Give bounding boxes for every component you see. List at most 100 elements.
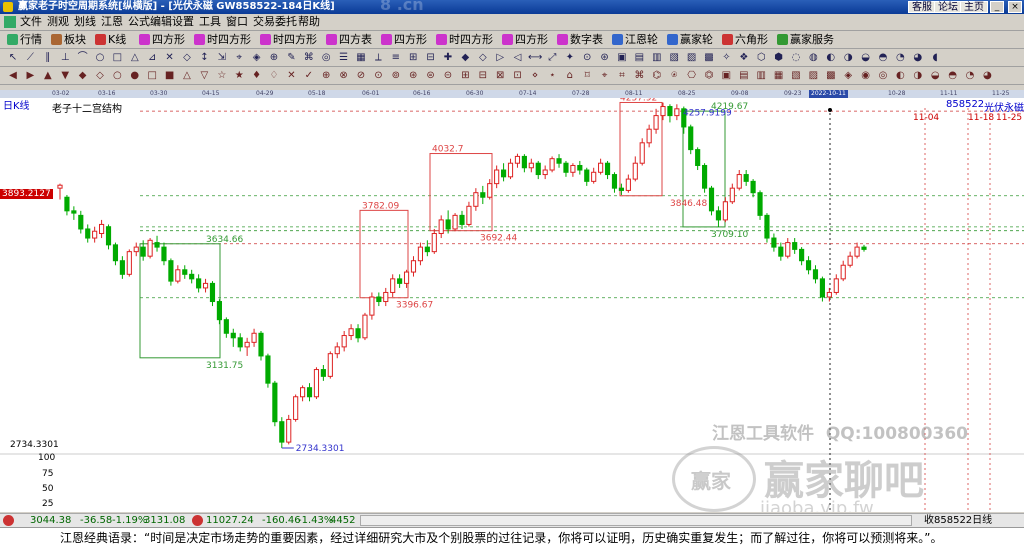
tb3-tool-icon-23[interactable]: ⊛: [406, 69, 420, 82]
tb3-tool-icon-50[interactable]: ◎: [876, 69, 890, 82]
tb2-tool-icon-45[interactable]: ◌: [789, 51, 803, 64]
tb3-tool-icon-1[interactable]: ▶: [23, 69, 37, 82]
tb3-tool-icon-32[interactable]: ⌂: [563, 69, 577, 82]
toolbar-button-9[interactable]: 四方形: [501, 32, 548, 47]
tb3-tool-icon-56[interactable]: ◕: [980, 69, 994, 82]
tb2-tool-icon-39[interactable]: ▨: [685, 51, 699, 64]
menu-tools[interactable]: 工具: [199, 15, 221, 29]
menu-measure[interactable]: 测观: [47, 15, 69, 29]
tb3-tool-icon-0[interactable]: ◀: [6, 69, 20, 82]
tb3-tool-icon-7[interactable]: ●: [128, 69, 142, 82]
tb3-tool-icon-41[interactable]: ▣: [719, 69, 733, 82]
tb2-tool-icon-44[interactable]: ⬢: [772, 51, 786, 64]
tb2-tool-icon-48[interactable]: ◑: [841, 51, 855, 64]
tb2-tool-icon-19[interactable]: ☰: [337, 51, 351, 64]
tb2-tool-icon-41[interactable]: ✧: [719, 51, 733, 64]
tb2-tool-icon-35[interactable]: ▣: [615, 51, 629, 64]
tb3-tool-icon-53[interactable]: ◒: [928, 69, 942, 82]
menu-settings[interactable]: 设置: [172, 15, 194, 29]
tb3-tool-icon-10[interactable]: △: [180, 69, 194, 82]
tb3-tool-icon-40[interactable]: ⏣: [702, 69, 716, 82]
tb2-tool-icon-6[interactable]: □: [110, 51, 124, 64]
tb2-tool-icon-5[interactable]: ○: [93, 51, 107, 64]
tb2-tool-icon-8[interactable]: ⊿: [145, 51, 159, 64]
tb3-tool-icon-24[interactable]: ⊜: [424, 69, 438, 82]
tb3-tool-icon-5[interactable]: ◇: [93, 69, 107, 82]
tb2-tool-icon-22[interactable]: ≡: [389, 51, 403, 64]
tb3-tool-icon-36[interactable]: ⌘: [632, 69, 646, 82]
tb2-tool-icon-43[interactable]: ⬡: [754, 51, 768, 64]
menu-formula[interactable]: 公式编辑: [128, 15, 172, 29]
toolbar-button-6[interactable]: 四方表: [325, 32, 372, 47]
menu-draw[interactable]: 划线: [74, 15, 96, 29]
tb3-tool-icon-33[interactable]: ⌑: [580, 69, 594, 82]
tb3-tool-icon-21[interactable]: ⊙: [371, 69, 385, 82]
tb2-tool-icon-37[interactable]: ▥: [650, 51, 664, 64]
toolbar-button-7[interactable]: 四方形: [380, 32, 427, 47]
toolbar-button-2[interactable]: K线: [94, 32, 126, 47]
tb2-tool-icon-20[interactable]: ▦: [354, 51, 368, 64]
tb3-tool-icon-27[interactable]: ⊟: [476, 69, 490, 82]
tb2-tool-icon-32[interactable]: ✦: [563, 51, 577, 64]
tb3-tool-icon-37[interactable]: ⌬: [650, 69, 664, 82]
tb2-tool-icon-46[interactable]: ◍: [806, 51, 820, 64]
menu-file[interactable]: 文件: [20, 15, 42, 29]
tb3-tool-icon-35[interactable]: ⌗: [615, 69, 629, 82]
tb2-tool-icon-23[interactable]: ⊞: [406, 51, 420, 64]
tb3-tool-icon-16[interactable]: ✕: [284, 69, 298, 82]
tb3-tool-icon-45[interactable]: ▧: [789, 69, 803, 82]
tb2-tool-icon-2[interactable]: ∥: [41, 51, 55, 64]
toolbar-button-13[interactable]: 六角形: [721, 32, 768, 47]
tb2-tool-icon-11[interactable]: ↕: [197, 51, 211, 64]
tb2-tool-icon-51[interactable]: ◔: [893, 51, 907, 64]
tb3-tool-icon-34[interactable]: ⌖: [598, 69, 612, 82]
tb3-tool-icon-31[interactable]: ⋆: [545, 69, 559, 82]
tb3-tool-icon-9[interactable]: ■: [163, 69, 177, 82]
tb3-tool-icon-52[interactable]: ◑: [911, 69, 925, 82]
tb3-tool-icon-55[interactable]: ◔: [963, 69, 977, 82]
tb2-tool-icon-25[interactable]: ✚: [441, 51, 455, 64]
kline-chart[interactable]: 3634.66 3131.75 3782.09 3396.67 4032.7 3692.4…: [0, 98, 1024, 512]
tb3-tool-icon-14[interactable]: ♦: [250, 69, 264, 82]
tb3-tool-icon-30[interactable]: ⋄: [528, 69, 542, 82]
tb3-tool-icon-46[interactable]: ▨: [806, 69, 820, 82]
tb3-tool-icon-18[interactable]: ⊕: [319, 69, 333, 82]
tb3-tool-icon-42[interactable]: ▤: [737, 69, 751, 82]
tb3-tool-icon-6[interactable]: ○: [110, 69, 124, 82]
customer-service-button[interactable]: 客服: [908, 1, 936, 13]
tb2-tool-icon-15[interactable]: ⊕: [267, 51, 281, 64]
tb2-tool-icon-52[interactable]: ◕: [911, 51, 925, 64]
tb2-tool-icon-3[interactable]: ⊥: [58, 51, 72, 64]
tb3-tool-icon-22[interactable]: ⊚: [389, 69, 403, 82]
close-icon[interactable]: ×: [1008, 1, 1022, 13]
tb3-tool-icon-4[interactable]: ◆: [76, 69, 90, 82]
tb3-tool-icon-13[interactable]: ★: [232, 69, 246, 82]
tb3-tool-icon-29[interactable]: ⊡: [511, 69, 525, 82]
minimize-icon[interactable]: _: [990, 1, 1004, 13]
tb2-tool-icon-14[interactable]: ◈: [250, 51, 264, 64]
tb2-tool-icon-7[interactable]: △: [128, 51, 142, 64]
tb3-tool-icon-49[interactable]: ◉: [859, 69, 873, 82]
forum-button[interactable]: 论坛: [934, 1, 962, 13]
toolbar-button-14[interactable]: 赢家服务: [776, 32, 834, 47]
toolbar-button-10[interactable]: 数字表: [556, 32, 603, 47]
tb2-tool-icon-36[interactable]: ▤: [632, 51, 646, 64]
tb2-tool-icon-16[interactable]: ✎: [284, 51, 298, 64]
toolbar-button-12[interactable]: 赢家轮: [666, 32, 713, 47]
tb2-tool-icon-21[interactable]: ⟂: [371, 51, 385, 64]
tb3-tool-icon-38[interactable]: ⍟: [667, 69, 681, 82]
tb3-tool-icon-48[interactable]: ◈: [841, 69, 855, 82]
tb3-tool-icon-54[interactable]: ◓: [946, 69, 960, 82]
toolbar-button-0[interactable]: 行情: [6, 32, 42, 47]
tb3-tool-icon-47[interactable]: ▩: [824, 69, 838, 82]
tb2-tool-icon-1[interactable]: ⟋: [23, 51, 37, 64]
tb2-tool-icon-31[interactable]: ⤢: [545, 51, 559, 64]
tb2-tool-icon-38[interactable]: ▧: [667, 51, 681, 64]
tb3-tool-icon-3[interactable]: ▼: [58, 69, 72, 82]
tb2-tool-icon-53[interactable]: ◖: [928, 51, 942, 64]
tb3-tool-icon-28[interactable]: ⊠: [493, 69, 507, 82]
tb2-tool-icon-10[interactable]: ◇: [180, 51, 194, 64]
tb3-tool-icon-17[interactable]: ✓: [302, 69, 316, 82]
tb3-tool-icon-8[interactable]: □: [145, 69, 159, 82]
status-scrollbar[interactable]: [360, 515, 912, 526]
